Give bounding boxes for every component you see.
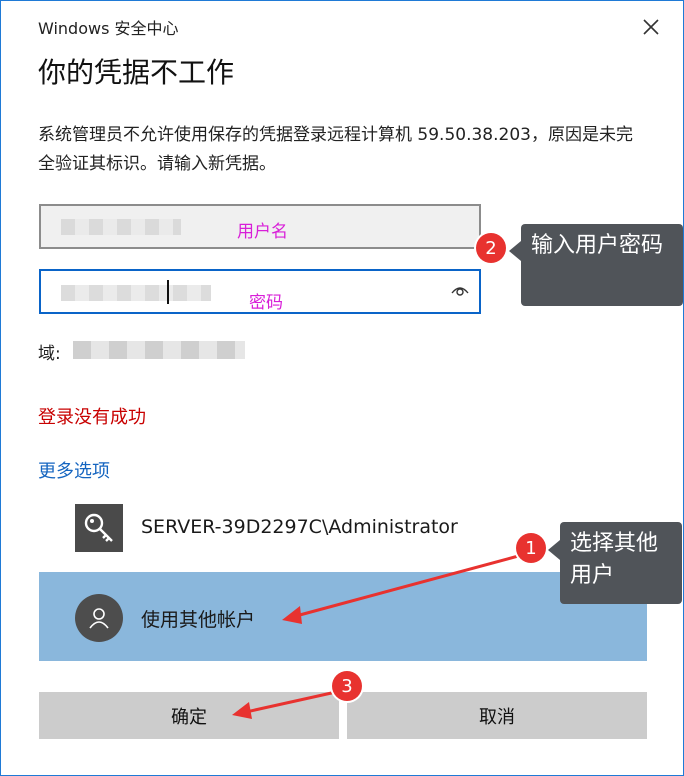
step-1-badge: 1 xyxy=(516,533,546,563)
account-option-other-user[interactable]: 使用其他帐户 xyxy=(39,572,647,661)
close-button[interactable] xyxy=(633,11,669,43)
redacted-password xyxy=(61,285,211,301)
ok-button[interactable]: 确定 xyxy=(39,692,339,739)
step-1-callout: 选择其他用户 xyxy=(548,522,682,604)
page-title: 你的凭据不工作 xyxy=(38,56,235,89)
error-message: 登录没有成功 xyxy=(38,407,146,428)
avatar xyxy=(75,594,123,642)
step-2-badge: 2 xyxy=(476,233,506,263)
account-label: 使用其他帐户 xyxy=(141,609,256,631)
reveal-password-button[interactable] xyxy=(451,283,469,302)
step-3-badge: 3 xyxy=(332,671,362,701)
password-field[interactable]: 密码 xyxy=(39,269,481,314)
username-field[interactable]: 用户名 xyxy=(39,204,481,249)
username-annotation: 用户名 xyxy=(237,222,288,242)
info-message: 系统管理员不允许使用保存的凭据登录远程计算机 59.50.38.203，原因是未… xyxy=(38,125,633,174)
text-caret xyxy=(167,280,169,304)
user-icon xyxy=(89,608,109,629)
redacted-username xyxy=(61,219,181,235)
key-icon xyxy=(84,513,113,542)
more-options-link[interactable]: 更多选项 xyxy=(38,457,110,483)
key-tile xyxy=(75,504,123,552)
cancel-button[interactable]: 取消 xyxy=(347,692,647,739)
app-title: Windows 安全中心 xyxy=(38,19,179,38)
close-icon xyxy=(643,19,659,35)
step-2-callout: 输入用户密码 xyxy=(509,224,683,306)
credential-dialog: Windows 安全中心 你的凭据不工作 系统管理员不允许使用保存的凭据登录远程… xyxy=(0,0,684,776)
domain-label: 域: xyxy=(38,344,61,364)
eye-icon xyxy=(451,287,469,296)
account-label: SERVER-39D2297C\Administrator xyxy=(141,516,458,538)
redacted-domain xyxy=(73,341,245,359)
password-annotation: 密码 xyxy=(249,293,283,313)
